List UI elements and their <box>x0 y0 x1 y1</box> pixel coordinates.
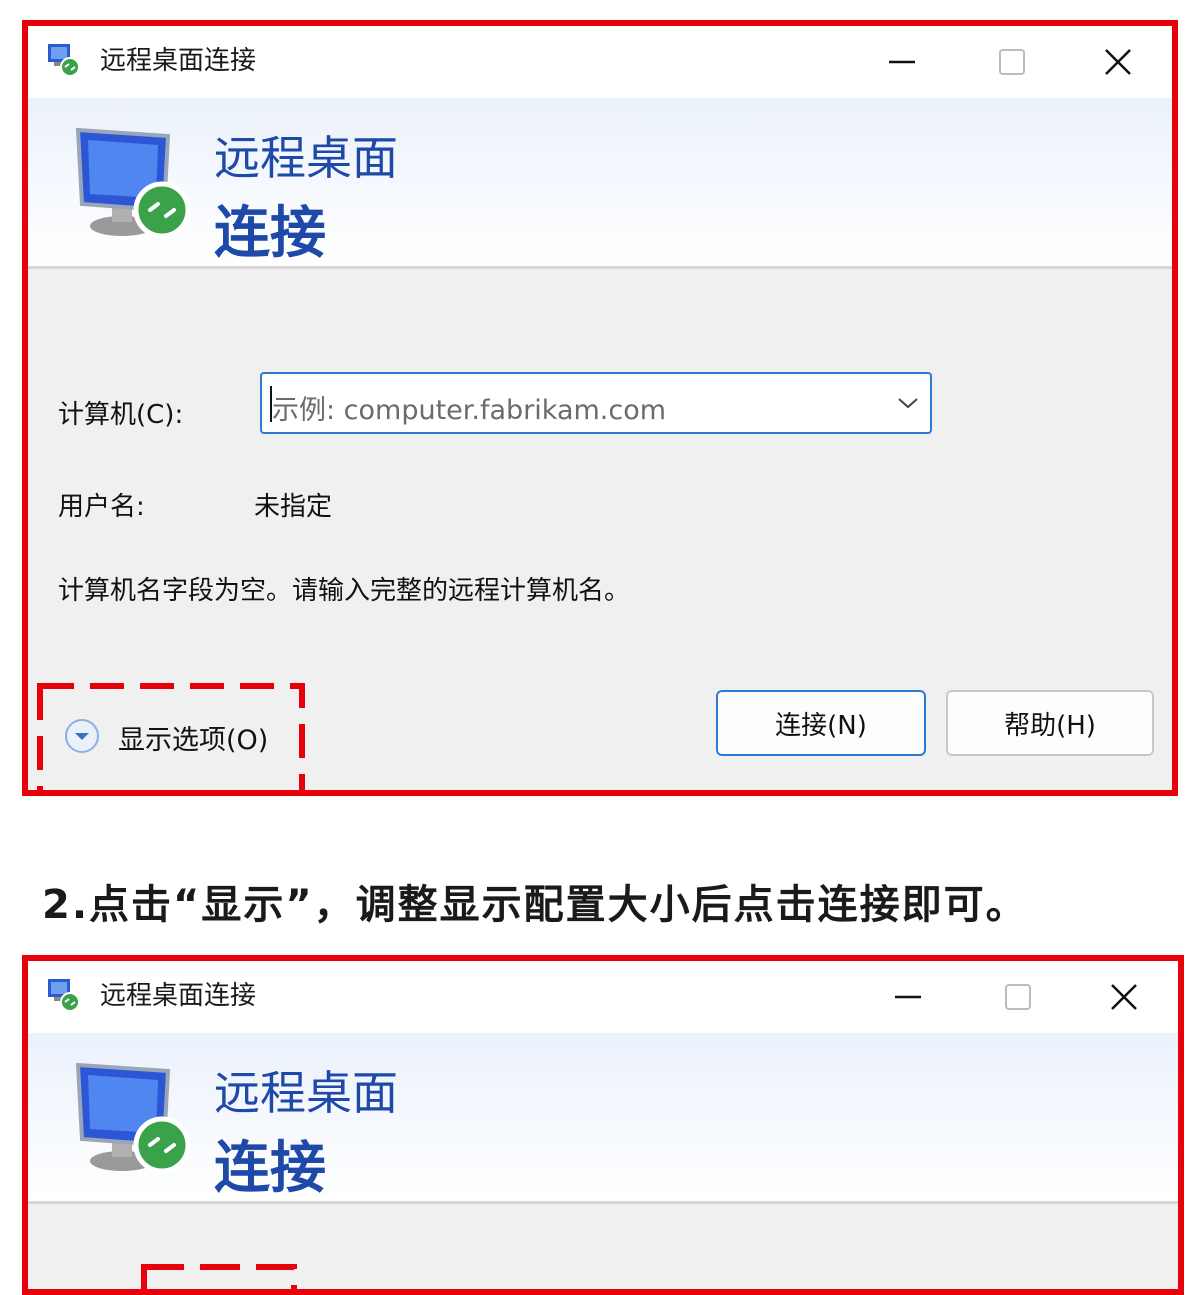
banner: 远程桌面 连接 <box>28 98 1172 269</box>
show-options-label: 显示选项(O) <box>118 725 269 756</box>
remote-desktop-icon <box>48 979 80 1012</box>
chevron-down-icon[interactable] <box>896 393 920 413</box>
banner-subtitle: 连接 <box>214 1136 326 1201</box>
banner: 远程桌面 连接 <box>28 1033 1178 1204</box>
minimize-icon <box>889 60 915 64</box>
rdc-window-1: 远程桌面连接 远程桌面 连接 计算机(C): 示例: computer.fabr… <box>22 20 1178 796</box>
computer-label: 计算机(C): <box>58 400 184 430</box>
expand-options-icon <box>65 719 99 753</box>
computer-placeholder: 示例: computer.fabrikam.com <box>272 395 667 426</box>
close-button[interactable] <box>1074 961 1174 1033</box>
computer-input[interactable]: 示例: computer.fabrikam.com <box>260 372 932 434</box>
window-title: 远程桌面连接 <box>100 46 257 76</box>
rdc-window-2: 远程桌面连接 远程桌面 连接 <box>22 955 1184 1295</box>
close-button[interactable] <box>1068 26 1168 98</box>
title-bar: 远程桌面连接 <box>28 26 1172 98</box>
remote-desktop-icon <box>75 1062 191 1174</box>
close-icon <box>1111 984 1137 1010</box>
connect-button[interactable]: 连接(N) <box>716 690 926 756</box>
instruction-caption: 2.点击“显示”，调整显示配置大小后点击连接即可。 <box>42 882 1028 928</box>
highlight-dashed-box <box>141 1264 297 1289</box>
close-icon <box>1105 49 1131 75</box>
maximize-button[interactable] <box>968 961 1068 1033</box>
minimize-button[interactable] <box>858 961 958 1033</box>
maximize-button[interactable] <box>962 26 1062 98</box>
window-title: 远程桌面连接 <box>100 981 257 1011</box>
username-value: 未指定 <box>254 492 333 522</box>
banner-title: 远程桌面 <box>214 1066 398 1120</box>
remote-desktop-icon <box>75 127 191 239</box>
minimize-icon <box>895 995 921 999</box>
maximize-icon <box>999 49 1025 75</box>
banner-subtitle: 连接 <box>214 201 326 266</box>
maximize-icon <box>1005 984 1031 1010</box>
username-label: 用户名: <box>58 492 145 522</box>
title-bar: 远程桌面连接 <box>28 961 1178 1033</box>
status-message: 计算机名字段为空。请输入完整的远程计算机名。 <box>58 576 631 606</box>
minimize-button[interactable] <box>852 26 952 98</box>
help-button[interactable]: 帮助(H) <box>946 690 1154 756</box>
banner-title: 远程桌面 <box>214 131 398 185</box>
remote-desktop-icon <box>48 44 80 77</box>
